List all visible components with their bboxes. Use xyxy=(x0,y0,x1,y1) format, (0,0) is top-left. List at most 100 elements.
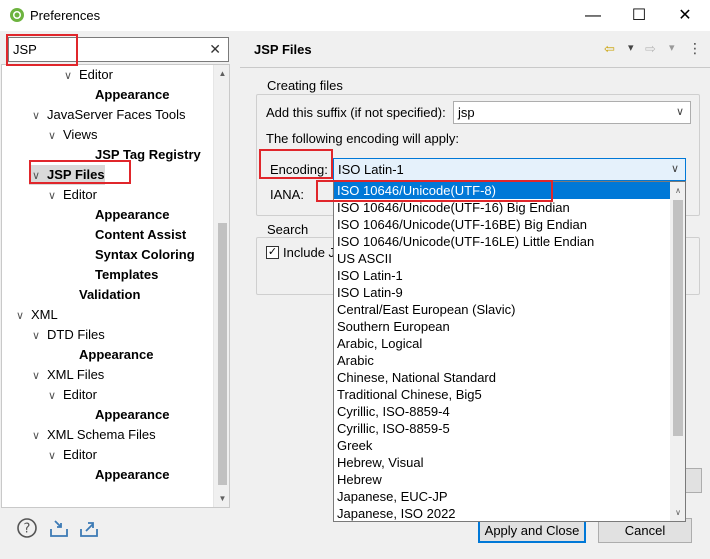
suffix-combo-value: jsp xyxy=(458,105,475,120)
page-title: JSP Files xyxy=(254,42,312,57)
maximize-button[interactable]: ☐ xyxy=(616,0,662,31)
tree-item-label: Editor xyxy=(63,387,97,402)
tree-item[interactable]: Syntax Coloring xyxy=(77,245,195,265)
tree-item[interactable]: ∨ XML Files xyxy=(29,365,104,385)
chevron-down-icon[interactable]: ∨ xyxy=(29,366,43,386)
suffix-label: Add this suffix (if not specified): xyxy=(266,105,446,120)
filter-input[interactable]: JSP ✕ xyxy=(8,37,229,62)
encoding-label: Encoding: xyxy=(270,162,328,177)
scroll-up-icon[interactable]: ∧ xyxy=(670,182,685,199)
encoding-option[interactable]: Greek xyxy=(334,437,670,454)
encoding-option[interactable]: ISO Latin-1 xyxy=(334,267,670,284)
tree-item-label: Appearance xyxy=(95,467,170,482)
tree-item[interactable]: Appearance xyxy=(77,205,169,225)
tree-item[interactable]: ∨ XML xyxy=(13,305,58,325)
svg-text:?: ? xyxy=(24,522,31,537)
tree-item[interactable]: Appearance xyxy=(77,405,169,425)
export-icon[interactable] xyxy=(78,517,100,539)
tree-item[interactable]: Appearance xyxy=(77,465,169,485)
encoding-option[interactable]: ISO 10646/Unicode(UTF-16) Big Endian xyxy=(334,199,670,216)
encoding-option[interactable]: Hebrew xyxy=(334,471,670,488)
encoding-option[interactable]: Japanese, ISO 2022 xyxy=(334,505,670,521)
encoding-option[interactable]: Arabic xyxy=(334,352,670,369)
encoding-option[interactable]: ISO Latin-9 xyxy=(334,284,670,301)
encoding-option[interactable]: Japanese, EUC-JP xyxy=(334,488,670,505)
encoding-option[interactable]: Southern European xyxy=(334,318,670,335)
tree-item[interactable]: Content Assist xyxy=(77,225,186,245)
chevron-down-icon[interactable]: ∨ xyxy=(13,306,27,326)
tree-item-label: XML xyxy=(31,307,58,322)
encoding-option[interactable]: US ASCII xyxy=(334,250,670,267)
scroll-down-icon[interactable]: ▼ xyxy=(214,490,229,507)
chevron-down-icon[interactable]: ∨ xyxy=(45,186,59,206)
chevron-down-icon[interactable]: ∨ xyxy=(45,386,59,406)
tree-item[interactable]: JSP Tag Registry xyxy=(77,145,201,165)
chevron-down-icon[interactable]: ∨ xyxy=(45,446,59,466)
chevron-down-icon[interactable]: ∨ xyxy=(61,66,75,86)
filter-input-value: JSP xyxy=(13,42,37,57)
import-icon[interactable] xyxy=(48,517,70,539)
encoding-combo-value: ISO Latin-1 xyxy=(338,162,404,177)
tree-item[interactable]: ∨ Editor xyxy=(45,445,97,465)
forward-arrow-icon[interactable]: ⇨ xyxy=(645,41,656,57)
close-icon: ✕ xyxy=(678,7,692,24)
encoding-option[interactable]: Arabic, Logical xyxy=(334,335,670,352)
tree-item[interactable]: ∨ Editor xyxy=(45,185,97,205)
include-checkbox[interactable]: ✓ xyxy=(266,246,279,259)
suffix-combo[interactable]: jsp ∨ xyxy=(453,101,691,124)
tree-item-label: JSP Tag Registry xyxy=(95,147,201,162)
chevron-down-icon[interactable]: ∨ xyxy=(29,166,43,186)
chevron-down-icon[interactable]: ∨ xyxy=(29,326,43,346)
help-icon[interactable]: ? xyxy=(16,517,38,539)
chevron-down-icon[interactable]: ∨ xyxy=(29,106,43,126)
tree-item-label: Editor xyxy=(63,447,97,462)
tree-item-label: Templates xyxy=(95,267,159,282)
tree-scrollbar-thumb[interactable] xyxy=(218,223,227,485)
encoding-list-scrollbar-thumb[interactable] xyxy=(673,200,683,436)
tree-item[interactable]: ∨ JavaServer Faces Tools xyxy=(29,105,186,125)
search-group-label: Search xyxy=(265,222,311,237)
chevron-down-icon[interactable]: ∨ xyxy=(45,126,59,146)
clear-filter-icon[interactable]: ✕ xyxy=(209,41,221,58)
tree-item-label: Validation xyxy=(79,287,141,302)
encoding-combo[interactable]: ISO Latin-1 ∨ xyxy=(333,158,686,181)
tree-item[interactable]: ∨ JSP Files xyxy=(29,165,105,185)
chevron-down-icon[interactable]: ∨ xyxy=(29,426,43,446)
encoding-option[interactable]: ISO 10646/Unicode(UTF-16BE) Big Endian xyxy=(334,216,670,233)
encoding-option[interactable]: ISO 10646/Unicode(UTF-8) xyxy=(334,182,670,199)
tree-scrollbar[interactable]: ▲ ▼ xyxy=(213,65,229,507)
maximize-icon: ☐ xyxy=(631,7,647,24)
tree-item[interactable]: ∨ XML Schema Files xyxy=(29,425,156,445)
encoding-option[interactable]: Cyrillic, ISO-8859-4 xyxy=(334,403,670,420)
preference-tree[interactable]: ∨ Editor Appearance ∨ JavaServer Faces Tools… xyxy=(1,64,230,508)
tree-item[interactable]: ∨ Views xyxy=(45,125,97,145)
scroll-up-icon[interactable]: ▲ xyxy=(214,65,229,82)
tree-item[interactable]: Appearance xyxy=(77,85,169,105)
encoding-dropdown-list[interactable]: ISO 10646/Unicode(UTF-8) ISO 10646/Unicod… xyxy=(333,181,686,522)
scroll-down-icon[interactable]: ∨ xyxy=(670,504,685,521)
encoding-option[interactable]: Cyrillic, ISO-8859-5 xyxy=(334,420,670,437)
tree-item[interactable]: Templates xyxy=(77,265,158,285)
tree-item[interactable]: Validation xyxy=(61,285,140,305)
tree-item[interactable]: Appearance xyxy=(61,345,153,365)
tree-item[interactable]: ∨ DTD Files xyxy=(29,325,105,345)
encoding-option[interactable]: Chinese, National Standard xyxy=(334,369,670,386)
encoding-list-scrollbar[interactable]: ∧ ∨ xyxy=(670,182,685,521)
include-checkbox-label: Include J xyxy=(283,245,336,260)
tree-item-label: DTD Files xyxy=(47,327,105,342)
encoding-option[interactable]: ISO 10646/Unicode(UTF-16LE) Little Endia… xyxy=(334,233,670,250)
tree-item-label: JSP Files xyxy=(47,167,105,182)
encoding-option[interactable]: Hebrew, Visual xyxy=(334,454,670,471)
close-button[interactable]: ✕ xyxy=(662,0,708,31)
tree-item[interactable]: ∨ Editor xyxy=(61,65,113,85)
encoding-option[interactable]: Traditional Chinese, Big5 xyxy=(334,386,670,403)
tree-item-label: Content Assist xyxy=(95,227,187,242)
tree-item[interactable]: ∨ Editor xyxy=(45,385,97,405)
minimize-button[interactable]: — xyxy=(570,0,616,31)
back-history-dropdown-icon[interactable]: ▾ xyxy=(628,41,634,54)
back-arrow-icon[interactable]: ⇦ xyxy=(604,41,615,57)
encoding-option[interactable]: Central/East European (Slavic) xyxy=(334,301,670,318)
chevron-down-icon: ∨ xyxy=(675,106,684,118)
forward-history-dropdown-icon[interactable]: ▾ xyxy=(669,41,675,54)
view-menu-icon[interactable]: ⋮ xyxy=(688,40,702,57)
